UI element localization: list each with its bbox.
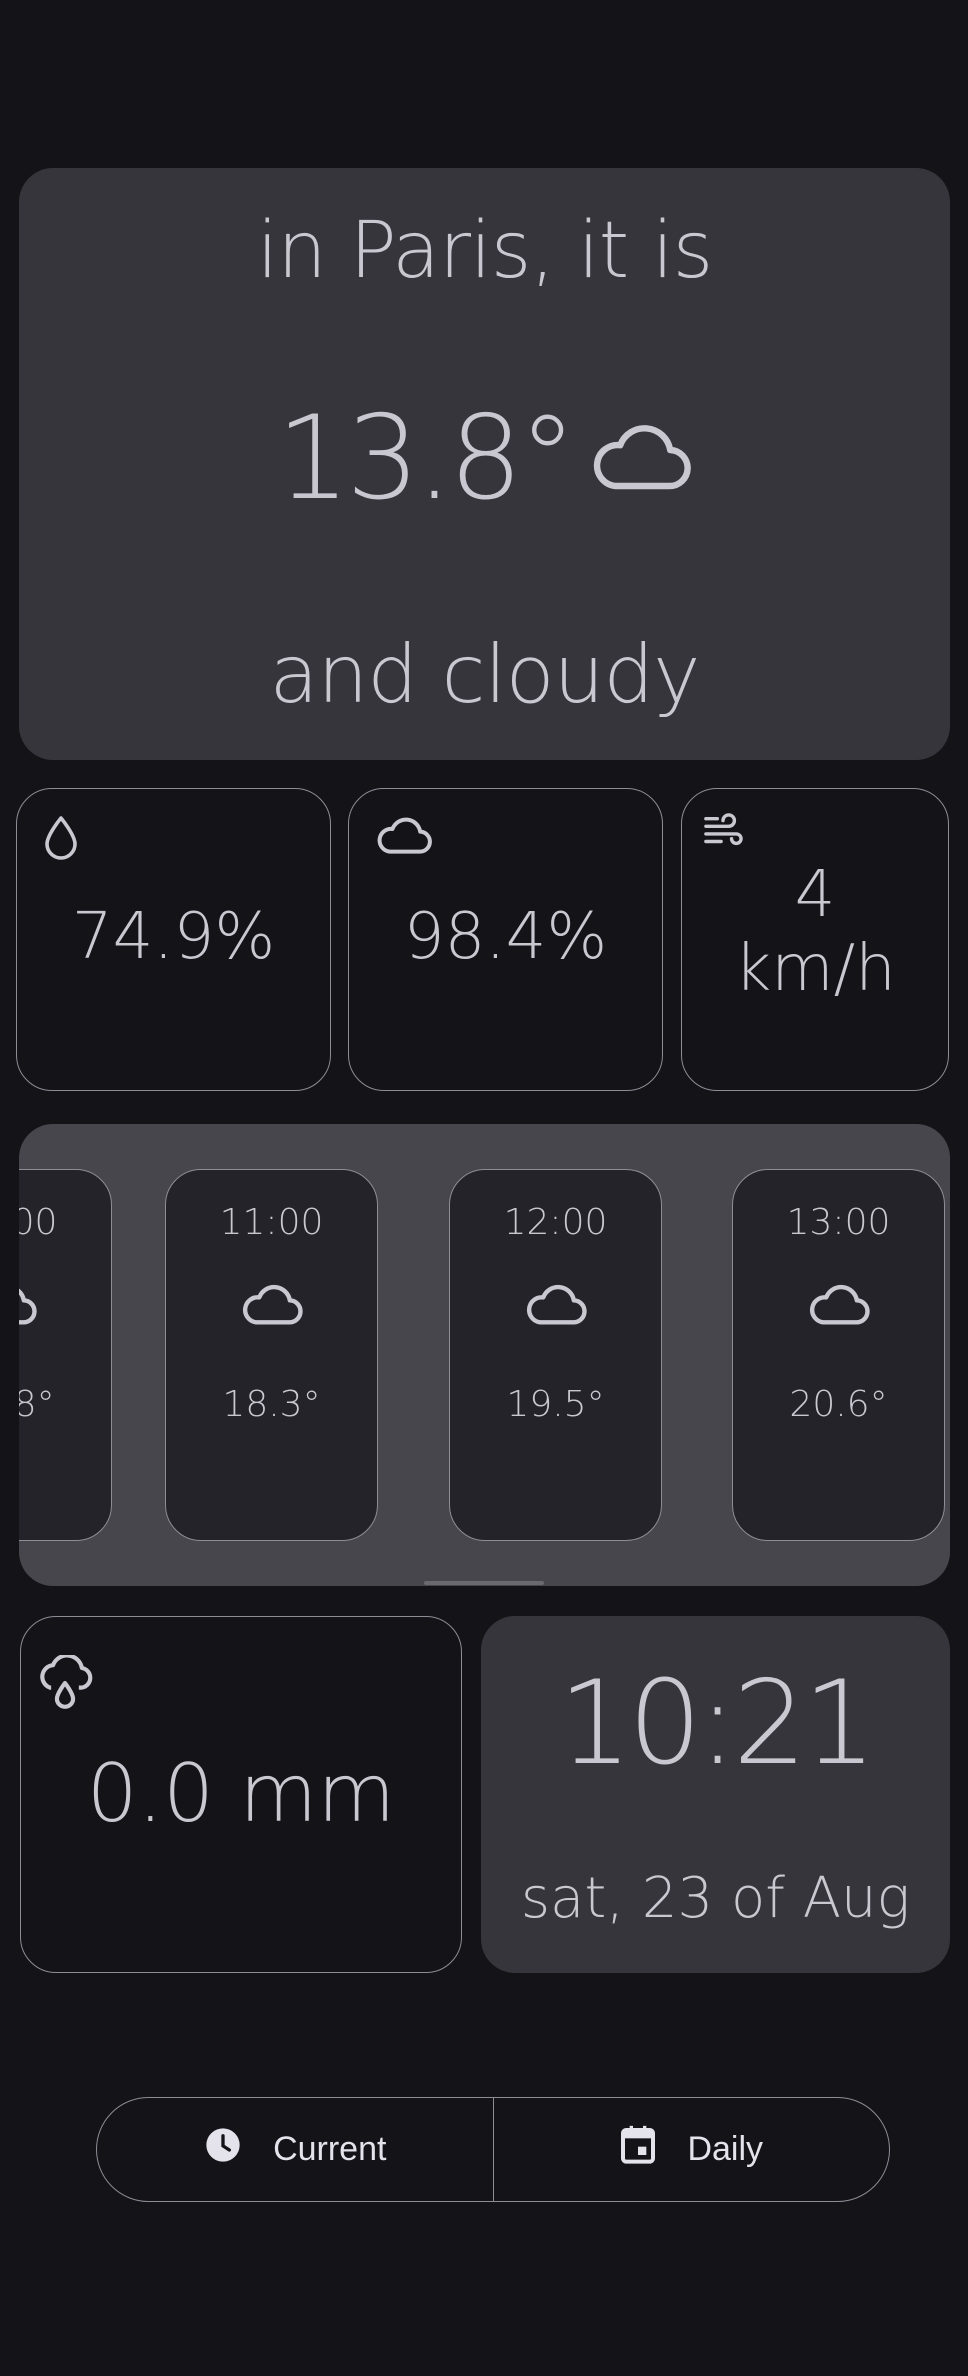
condition-line: and cloudy bbox=[269, 628, 701, 721]
current-view-button[interactable]: Current bbox=[97, 2098, 493, 2201]
humidity-card: 74.9% bbox=[16, 788, 331, 1091]
current-temperature: 13.8° bbox=[276, 390, 576, 526]
hour-time: 10:00 bbox=[19, 1202, 58, 1243]
clock-time: 10:21 bbox=[558, 1656, 876, 1791]
wind-icon bbox=[702, 813, 744, 855]
precipitation-value: 0.0 mm bbox=[86, 1747, 396, 1840]
cloud-cover-value: 98.4% bbox=[403, 900, 608, 974]
water-drop-icon bbox=[43, 815, 79, 865]
hour-time: 11:00 bbox=[219, 1202, 324, 1243]
hour-temperature: 19.5° bbox=[506, 1384, 605, 1425]
current-view-label: Current bbox=[273, 2130, 387, 2168]
location-line: in Paris, it is bbox=[256, 206, 714, 296]
daily-view-button[interactable]: Daily bbox=[492, 2098, 890, 2201]
precipitation-card: 0.0 mm bbox=[20, 1616, 462, 1973]
clock-card: 10:21 sat, 23 of Aug bbox=[481, 1616, 950, 1973]
hour-time: 13:00 bbox=[786, 1202, 891, 1243]
hour-card[interactable]: 13:00 20.6° bbox=[732, 1169, 945, 1541]
temperature-row: 13.8° bbox=[19, 388, 950, 528]
hour-card[interactable]: 12:00 19.5° bbox=[449, 1169, 662, 1541]
cloud-icon bbox=[375, 815, 433, 859]
wind-unit: km/h bbox=[734, 932, 896, 1006]
view-segmented-control: Current Daily bbox=[96, 2097, 890, 2202]
cloud-icon bbox=[589, 420, 693, 496]
hour-temperature: 13.8° bbox=[19, 1384, 55, 1425]
cloud-icon bbox=[524, 1282, 588, 1330]
wind-speed: 4 bbox=[794, 858, 836, 932]
hour-card[interactable]: 11:00 18.3° bbox=[165, 1169, 378, 1541]
hour-card[interactable]: 10:00 13.8° bbox=[19, 1169, 112, 1541]
clock-date: sat, 23 of Aug bbox=[520, 1866, 911, 1931]
hour-time: 12:00 bbox=[503, 1202, 608, 1243]
cloud-icon bbox=[19, 1282, 38, 1330]
cloud-icon bbox=[807, 1282, 871, 1330]
cloud-rain-icon bbox=[35, 1653, 95, 1715]
hour-temperature: 18.3° bbox=[222, 1384, 321, 1425]
calendar-icon bbox=[619, 2125, 657, 2174]
daily-view-label: Daily bbox=[687, 2130, 764, 2168]
cloud-cover-card: 98.4% bbox=[348, 788, 663, 1091]
current-weather-card: in Paris, it is 13.8° and cloudy bbox=[19, 168, 950, 760]
wind-card: 4 km/h bbox=[681, 788, 949, 1091]
carousel-scroll-indicator[interactable] bbox=[424, 1581, 544, 1585]
cloud-icon bbox=[240, 1282, 304, 1330]
hourly-forecast-carousel[interactable]: 10:00 13.8° 11:00 18.3° 12:00 19.5° 13:0… bbox=[19, 1124, 950, 1586]
hour-temperature: 20.6° bbox=[789, 1384, 888, 1425]
clock-icon bbox=[203, 2125, 243, 2174]
humidity-value: 74.9% bbox=[71, 900, 276, 974]
